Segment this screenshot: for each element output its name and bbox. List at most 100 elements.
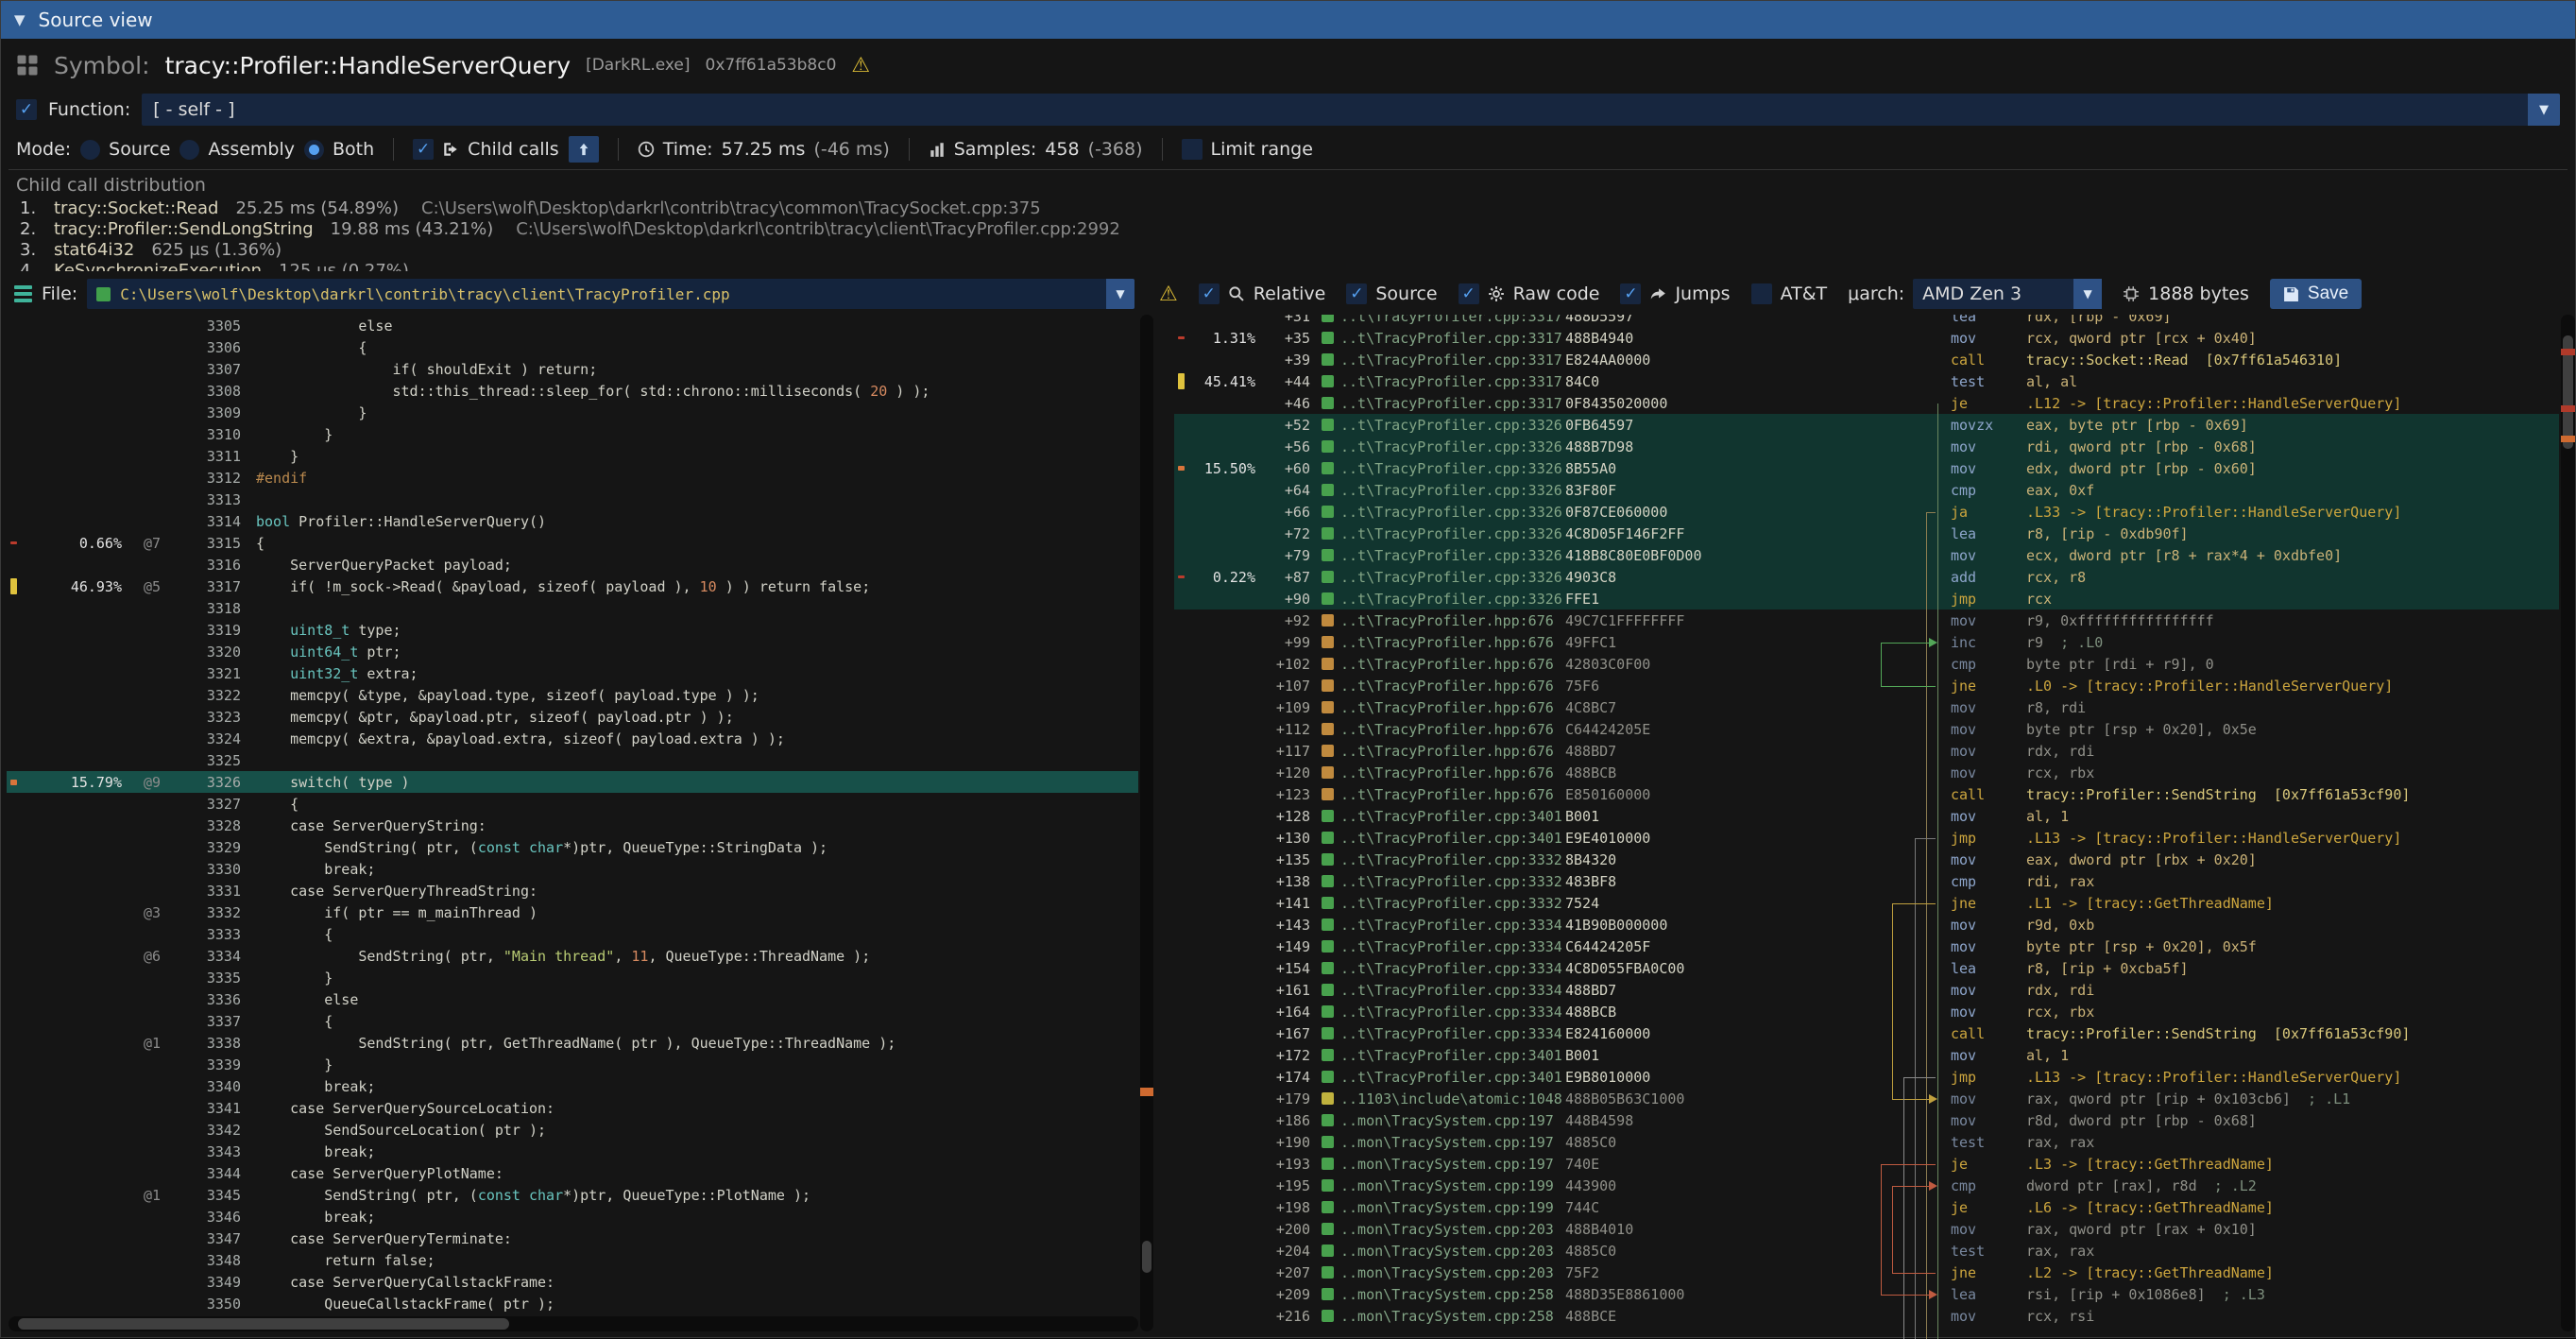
scrollbar-thumb[interactable] (18, 1318, 509, 1330)
source-line[interactable]: 3314bool Profiler::HandleServerQuery() (7, 510, 1138, 532)
source-line[interactable]: 15.79%@93326 switch( type ) (7, 771, 1138, 793)
source-line[interactable]: 3306 { (7, 336, 1138, 358)
radio-both[interactable]: Both (304, 139, 374, 160)
raw-code-checkbox[interactable]: ✓ Raw code (1459, 283, 1600, 304)
asm-line[interactable]: 0.22%+87..t\TracyProfiler.cpp:33264903C8… (1174, 566, 2559, 588)
child-call-item[interactable]: 4.KeSynchronizeExecution125 μs (0.27%) (1, 260, 2575, 271)
source-line[interactable]: 3333 { (7, 923, 1138, 945)
asm-line[interactable]: +39..t\TracyProfiler.cpp:3317E824AA0000c… (1174, 349, 2559, 370)
source-line[interactable]: 3322 memcpy( &type, &payload.type, sizeo… (7, 684, 1138, 706)
asm-line[interactable]: 45.41%+44..t\TracyProfiler.cpp:331784C0t… (1174, 370, 2559, 392)
child-call-item[interactable]: 1.tracy::Socket::Read25.25 ms (54.89%)C:… (1, 197, 2575, 218)
asm-line[interactable]: +167..t\TracyProfiler.cpp:3334E824160000… (1174, 1022, 2559, 1044)
asm-line[interactable]: +90..t\TracyProfiler.cpp:3326FFE1jmprcx (1174, 588, 2559, 609)
source-line[interactable]: 46.93%@53317 if( !m_sock->Read( &payload… (7, 575, 1138, 597)
limit-range-checkbox[interactable]: Limit range (1182, 139, 1313, 160)
source-line[interactable]: 3316 ServerQueryPacket payload; (7, 554, 1138, 575)
source-line[interactable]: 3313 (7, 489, 1138, 510)
asm-line[interactable]: 1.31%+35..t\TracyProfiler.cpp:3317488B49… (1174, 327, 2559, 349)
source-line[interactable]: 3307 if( shouldExit ) return; (7, 358, 1138, 380)
source-line[interactable]: 3342 SendSourceLocation( ptr ); (7, 1119, 1138, 1141)
source-line[interactable]: 3319 uint8_t type; (7, 619, 1138, 641)
source-line[interactable]: @63334 SendString( ptr, "Main thread", 1… (7, 945, 1138, 967)
radio-source[interactable]: Source (80, 139, 170, 160)
asm-line[interactable]: +149..t\TracyProfiler.cpp:3334C64424205F… (1174, 936, 2559, 957)
relative-checkbox[interactable]: ✓ Relative (1199, 283, 1326, 304)
source-line[interactable]: 3311 } (7, 445, 1138, 467)
asm-line[interactable]: +99..t\TracyProfiler.hpp:67649FFC1incr9 … (1174, 631, 2559, 653)
source-line[interactable]: 3310 } (7, 423, 1138, 445)
asm-line[interactable]: +198..mon\TracySystem.cpp:199744Cje.L6 -… (1174, 1196, 2559, 1218)
asm-line[interactable]: +120..t\TracyProfiler.hpp:676488BCBmovrc… (1174, 762, 2559, 783)
source-line[interactable]: 0.66%@73315{ (7, 532, 1138, 554)
asm-line[interactable]: +154..t\TracyProfiler.cpp:33344C8D055FBA… (1174, 957, 2559, 979)
asm-line[interactable]: +135..t\TracyProfiler.cpp:33328B4320move… (1174, 849, 2559, 870)
function-checkbox[interactable]: ✓ (16, 99, 37, 120)
asm-line[interactable]: +92..t\TracyProfiler.hpp:67649C7C1FFFFFF… (1174, 609, 2559, 631)
source-line[interactable]: 3324 memcpy( &extra, &payload.extra, siz… (7, 728, 1138, 749)
source-line[interactable]: 3330 break; (7, 858, 1138, 880)
source-line[interactable]: 3312#endif (7, 467, 1138, 489)
source-line[interactable]: 3343 break; (7, 1141, 1138, 1162)
asm-line[interactable]: +186..mon\TracySystem.cpp:197448B4598mov… (1174, 1109, 2559, 1131)
uarch-combo[interactable]: AMD Zen 3 ▼ (1913, 279, 2102, 309)
asm-line[interactable]: +128..t\TracyProfiler.cpp:3401B001moval,… (1174, 805, 2559, 827)
source-line[interactable]: 3350 QueueCallstackFrame( ptr ); (7, 1293, 1138, 1314)
scrollbar-thumb[interactable] (1142, 1241, 1152, 1273)
asm-line[interactable]: +109..t\TracyProfiler.hpp:6764C8BC7movr8… (1174, 696, 2559, 718)
chevron-down-icon[interactable]: ▼ (2073, 279, 2102, 309)
source-line[interactable]: 3337 { (7, 1010, 1138, 1032)
asm-line[interactable]: +216..mon\TracySystem.cpp:258488BCEmovrc… (1174, 1305, 2559, 1327)
source-line[interactable]: 3341 case ServerQuerySourceLocation: (7, 1097, 1138, 1119)
source-line[interactable]: 3348 return false; (7, 1249, 1138, 1271)
radio-assembly[interactable]: Assembly (179, 139, 295, 160)
source-line[interactable]: @13338 SendString( ptr, GetThreadName( p… (7, 1032, 1138, 1054)
jumps-checkbox[interactable]: ✓ Jumps (1620, 283, 1730, 304)
asm-line[interactable]: +138..t\TracyProfiler.cpp:3332483BF8cmpr… (1174, 870, 2559, 892)
file-combo[interactable]: C:\Users\wolf\Desktop\darkrl\contrib\tra… (87, 279, 1134, 309)
source-line[interactable]: 3321 uint32_t extra; (7, 662, 1138, 684)
source-line[interactable]: 3328 case ServerQueryString: (7, 815, 1138, 836)
asm-line[interactable]: +112..t\TracyProfiler.hpp:676C64424205Em… (1174, 718, 2559, 740)
propagate-inlines-button[interactable] (569, 136, 599, 163)
source-line[interactable]: 3305 else (7, 315, 1138, 336)
source-horizontal-scrollbar[interactable] (9, 1316, 1138, 1331)
source-line[interactable]: 3344 case ServerQueryPlotName: (7, 1162, 1138, 1184)
asm-line[interactable]: +66..t\TracyProfiler.cpp:33260F87CE06000… (1174, 501, 2559, 523)
asm-line[interactable]: +64..t\TracyProfiler.cpp:332683F80Fcmpea… (1174, 479, 2559, 501)
collapse-icon[interactable]: ▼ (14, 11, 26, 28)
assembly-vertical-scrollbar[interactable] (2561, 315, 2575, 1331)
function-combo[interactable]: [ - self - ] ▼ (142, 94, 2560, 126)
asm-line[interactable]: +161..t\TracyProfiler.cpp:3334488BD7movr… (1174, 979, 2559, 1001)
asm-line[interactable]: +31..t\TracyProfiler.cpp:3317488D5597lea… (1174, 315, 2559, 327)
asm-line[interactable]: +179..1103\include\atomic:1048488B05B63C… (1174, 1088, 2559, 1109)
source-vertical-scrollbar[interactable] (1140, 315, 1153, 1331)
child-calls-checkbox[interactable]: ✓ Child calls (413, 139, 559, 160)
asm-line[interactable]: +72..t\TracyProfiler.cpp:33264C8D05F146F… (1174, 523, 2559, 544)
asm-line[interactable]: +174..t\TracyProfiler.cpp:3401E9B8010000… (1174, 1066, 2559, 1088)
asm-line[interactable]: +56..t\TracyProfiler.cpp:3326488B7D98mov… (1174, 436, 2559, 457)
source-line[interactable]: 3349 case ServerQueryCallstackFrame: (7, 1271, 1138, 1293)
source-line[interactable]: @13345 SendString( ptr, (const char*)ptr… (7, 1184, 1138, 1206)
source-line[interactable]: 3346 break; (7, 1206, 1138, 1227)
source-line[interactable]: 3325 (7, 749, 1138, 771)
asm-line[interactable]: +164..t\TracyProfiler.cpp:3334488BCBmovr… (1174, 1001, 2559, 1022)
save-button[interactable]: Save (2270, 279, 2362, 309)
asm-line[interactable]: +190..mon\TracySystem.cpp:1974885C0testr… (1174, 1131, 2559, 1153)
source-line[interactable]: 3320 uint64_t ptr; (7, 641, 1138, 662)
asm-line[interactable]: +117..t\TracyProfiler.hpp:676488BD7movrd… (1174, 740, 2559, 762)
asm-line[interactable]: +79..t\TracyProfiler.cpp:3326418B8C80E0B… (1174, 544, 2559, 566)
asm-line[interactable]: +107..t\TracyProfiler.hpp:67675F6jne.L0 … (1174, 675, 2559, 696)
asm-line[interactable]: +193..mon\TracySystem.cpp:197740Eje.L3 -… (1174, 1153, 2559, 1175)
source-line[interactable]: 3336 else (7, 988, 1138, 1010)
source-line[interactable]: 3347 case ServerQueryTerminate: (7, 1227, 1138, 1249)
chevron-down-icon[interactable]: ▼ (1106, 279, 1134, 309)
asm-line[interactable]: +143..t\TracyProfiler.cpp:333441B90B0000… (1174, 914, 2559, 936)
asm-line[interactable]: +207..mon\TracySystem.cpp:20375F2jne.L2 … (1174, 1262, 2559, 1283)
att-checkbox[interactable]: AT&T (1751, 283, 1828, 304)
chevron-down-icon[interactable]: ▼ (2528, 94, 2560, 126)
asm-line[interactable]: +172..t\TracyProfiler.cpp:3401B001moval,… (1174, 1044, 2559, 1066)
source-line[interactable]: 3309 } (7, 402, 1138, 423)
titlebar[interactable]: ▼ Source view (1, 1, 2575, 39)
asm-line[interactable]: +209..mon\TracySystem.cpp:258488D35E8861… (1174, 1283, 2559, 1305)
